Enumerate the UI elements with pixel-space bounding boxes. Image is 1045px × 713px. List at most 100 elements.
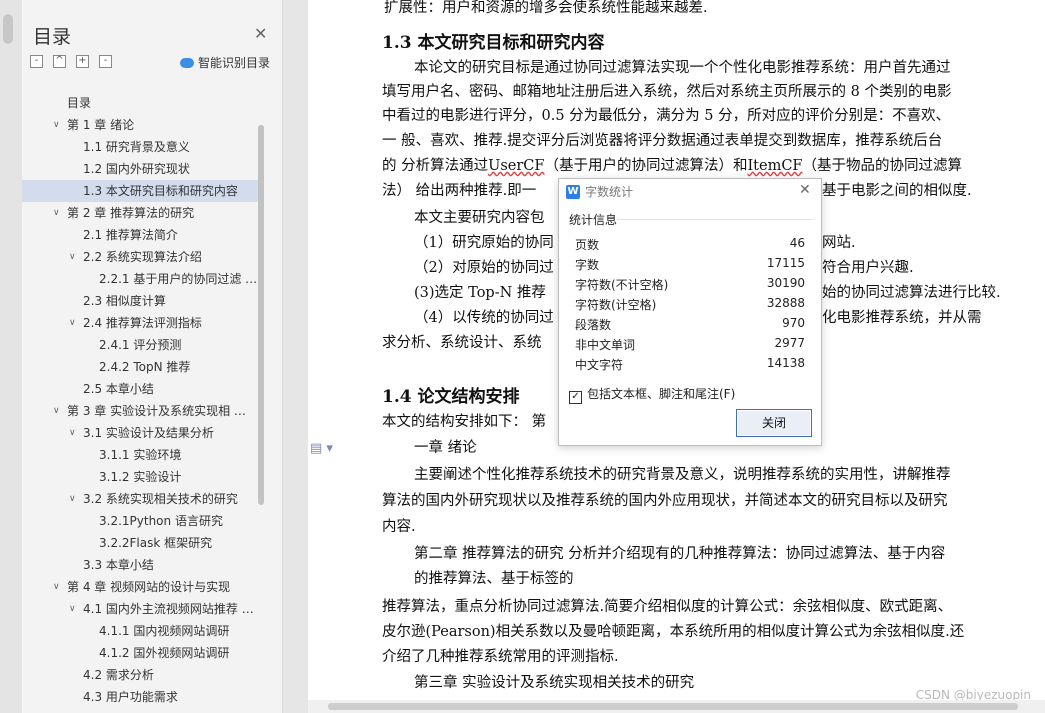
doc-text: （基于物品的协同过滤算 [802,158,963,174]
doc-line: 网站. [822,235,856,251]
doc-line: 符合用户兴趣. [822,260,914,276]
stat-value: 30190 [766,276,805,290]
doc-line: 皮尔逊(Pearson)相关系数以及曼哈顿距离，本系统所用的相似度计算公式为余弦… [382,624,965,640]
move-up-button[interactable]: ^ [53,55,66,68]
toc-item[interactable]: 2.4.1 评分预测 [22,334,262,356]
stat-value: 970 [782,316,805,330]
toc-item[interactable]: 2.1 推荐算法简介 [22,224,262,246]
chevron-down-icon[interactable]: ∨ [69,312,76,334]
toc-item[interactable]: 4.3 用户功能需求 [22,686,262,708]
toc-item[interactable]: 2.3 相似度计算 [22,290,262,312]
toc-item[interactable]: 2.4.2 TopN 推荐 [22,356,262,378]
toc-scrollbar[interactable] [258,125,264,505]
toc-item-label: 第 3 章 实验设计及系统实现相 … [67,404,246,418]
stat-row: 字符数(不计空格) 30190 [575,276,805,296]
doc-line: 中看过的电影进行评分，0.5 分为最低分，满分为 5 分，所对应的评价分别是：不… [382,108,951,124]
toc-item[interactable]: ∨ 4.1 国内外主流视频网站推荐 … [22,598,262,620]
chevron-down-icon[interactable]: ∨ [69,598,76,620]
chevron-down-icon[interactable]: ∨ [53,576,60,598]
horizontal-scrollbar[interactable] [308,700,1045,713]
left-scroll-thumb[interactable] [3,14,13,44]
toc-item-label: 2.4.2 TopN 推荐 [99,360,191,374]
collapse-all-button[interactable]: - [30,55,43,68]
toc-item[interactable]: ∨ 第 4 章 视频网站的设计与实现 [22,576,262,598]
doc-line: 第二章 推荐算法的研究 分析并介绍现有的几种推荐算法：协同过滤算法、基于内容 [414,546,946,562]
toc-item[interactable]: ∨ 2.2 系统实现算法介绍 [22,246,262,268]
chevron-down-icon[interactable]: ∨ [53,114,60,136]
paragraph-options-icon[interactable]: ▤ ▾ [310,441,333,456]
toc-item[interactable]: 3.2.1Python 语言研究 [22,510,262,532]
doc-line: 始的协同过滤算法进行比较. [822,285,1001,301]
word-count-dialog: W 字数统计 ✕ 统计信息 页数 46 字数 17115 字符数(不计空格) 3019… [558,178,822,446]
toc-item[interactable]: ∨ 第 2 章 推荐算法的研究 [22,202,262,224]
close-button[interactable]: 关闭 [736,409,812,437]
collapse-button[interactable]: - [99,55,112,68]
doc-line: 扩展性：用户和资源的增多会使系统性能越来越差. [384,0,708,16]
doc-line: 求分析、系统设计、系统 [382,335,542,351]
toc-item[interactable]: 1.3 本文研究目标和研究内容 [22,180,262,202]
chevron-down-icon[interactable]: ∨ [69,246,76,268]
stat-value: 14138 [766,356,805,370]
toc-item-label: 2.1 推荐算法简介 [83,228,178,242]
toc-item[interactable]: 4.1.1 国内视频网站调研 [22,620,262,642]
toc-item-label: 第 2 章 推荐算法的研究 [67,206,195,220]
doc-line: 第三章 实验设计及系统实现相关技术的研究 [414,675,695,691]
toc-item[interactable]: ∨ 第 3 章 实验设计及系统实现相 … [22,400,262,422]
toc-item[interactable]: 3.3 本章小结 [22,554,262,576]
toc-item-label: 3.1.2 实验设计 [99,470,182,484]
expand-button[interactable]: + [76,55,89,68]
toc-item-label: 4.1.1 国内视频网站调研 [99,624,230,638]
chevron-down-icon[interactable]: ∨ [53,400,60,422]
stat-row: 字符数(计空格) 32888 [575,296,805,316]
dialog-title: 字数统计 [585,185,634,199]
toc-item-label: 3.2.1Python 语言研究 [99,514,223,528]
close-icon[interactable]: ✕ [799,182,811,198]
toc-item[interactable]: 4.2 需求分析 [22,664,262,686]
stat-row: 段落数 970 [575,316,805,336]
horizontal-scroll-thumb[interactable] [328,703,1018,710]
toc-item[interactable]: 1.2 国内外研究现状 [22,158,262,180]
toc-item[interactable]: ∨ 3.1 实验设计及结果分析 [22,422,262,444]
stat-label: 字数 [575,258,600,272]
doc-line: 法） 给出两种推荐.即一 [382,183,537,199]
toc-item-label: 1.1 研究背景及意义 [83,140,190,154]
toc-item[interactable]: 3.1.1 实验环境 [22,444,262,466]
toc-item[interactable]: 2.5 本章小结 [22,378,262,400]
doc-line: 推荐算法，重点分析协同过滤算法.简要介绍相似度的计算公式：余弦相似度、欧式距离、 [382,599,953,615]
stat-label: 字符数(不计空格) [575,278,669,292]
doc-line: 内容. [382,519,416,535]
doc-line: 的 分析算法通过UserCF（基于用户的协同过滤算法）和ItemCF（基于物品的… [382,154,962,175]
toc-item-label: 4.1.2 国外视频网站调研 [99,646,230,660]
section-heading: 1.3 本文研究目标和研究内容 [382,33,605,53]
smart-toc-button[interactable]: 智能识别目录 [180,54,270,71]
toc-item[interactable]: ∨ 3.2 系统实现相关技术的研究 [22,488,262,510]
include-textbox-checkbox[interactable]: ✓ 包括文本框、脚注和尾注(F) [569,385,735,404]
toc-item[interactable]: 1.1 研究背景及意义 [22,136,262,158]
toc-item-label: 3.1.1 实验环境 [99,448,182,462]
toc-item[interactable]: 3.1.2 实验设计 [22,466,262,488]
chevron-down-icon[interactable]: ∨ [53,202,60,224]
toc-item-label: 2.2.1 基于用户的协同过滤 … [99,272,258,286]
toc-item[interactable]: 目录 [22,92,262,114]
stat-label: 非中文单词 [575,338,636,352]
toc-item-label: 目录 [67,96,92,110]
toc-list: 目录 ∨ 第 1 章 绪论 1.1 研究背景及意义 1.2 国内外研究现状 1.3 本文研… [22,92,262,708]
doc-line: 基于电影之间的相似度. [822,183,972,199]
doc-line: 算法的国内外研究现状以及推荐系统的国内外应用现状，并简述本文的研究目标以及研究 [382,493,948,509]
toc-item[interactable]: ∨ 2.4 推荐算法评测指标 [22,312,262,334]
cloud-icon [180,58,194,68]
doc-term: ItemCF [747,158,803,174]
toc-item[interactable]: 2.2.1 基于用户的协同过滤 … [22,268,262,290]
doc-line: (3)选定 Top-N 推荐 [414,285,546,301]
toc-item[interactable]: 3.2.2Flask 框架研究 [22,532,262,554]
toc-item-label: 4.1 国内外主流视频网站推荐 … [83,602,254,616]
stat-label: 页数 [575,238,600,252]
stat-label: 中文字符 [575,358,624,372]
chevron-down-icon[interactable]: ∨ [69,488,76,510]
toc-item[interactable]: ∨ 第 1 章 绪论 [22,114,262,136]
toc-item[interactable]: 4.1.2 国外视频网站调研 [22,642,262,664]
doc-text: 的 分析算法通过 [382,158,489,174]
close-icon[interactable]: ✕ [254,24,267,43]
toc-item-label: 3.2 系统实现相关技术的研究 [83,492,238,506]
chevron-down-icon[interactable]: ∨ [69,422,76,444]
